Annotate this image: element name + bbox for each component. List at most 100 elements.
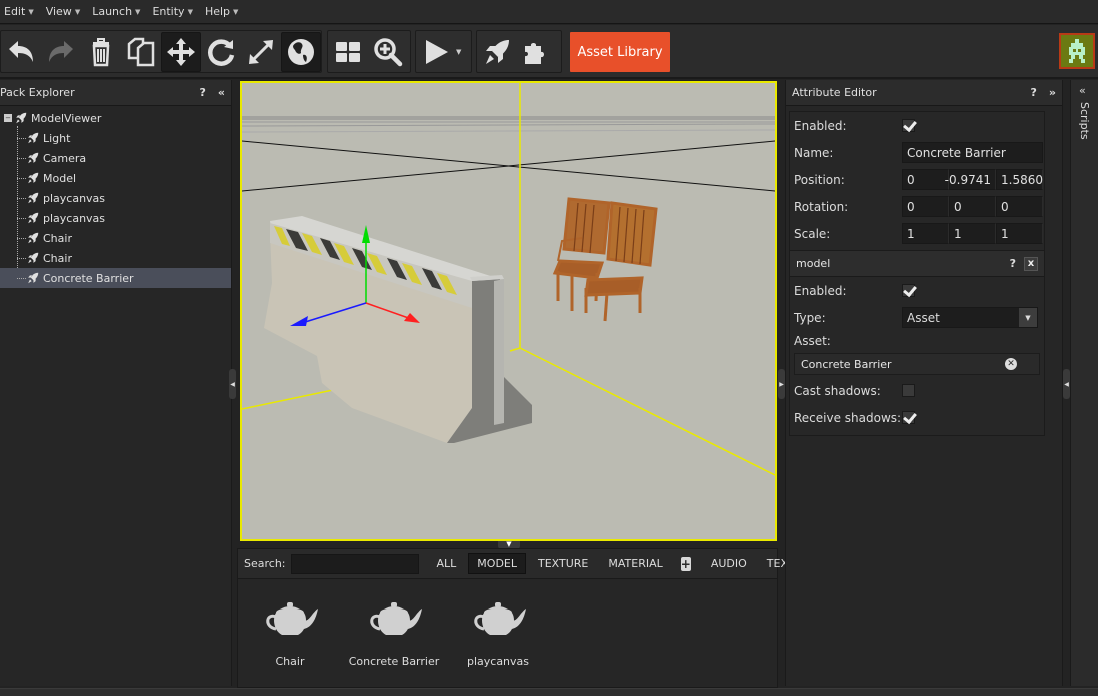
model-component-header: model ? x	[790, 251, 1044, 277]
help-icon[interactable]: ?	[1031, 86, 1037, 99]
receive-shadows-checkbox[interactable]	[902, 411, 915, 424]
rotation-z-field[interactable]: 0	[996, 196, 1043, 217]
duplicate-icon	[127, 37, 155, 66]
rotation-x-field[interactable]: 0	[902, 196, 949, 217]
collapse-left-icon[interactable]: «	[218, 86, 225, 99]
tree-item[interactable]: playcanvas	[0, 188, 231, 208]
scripts-resize-handle[interactable]: ◀	[1063, 369, 1070, 399]
left-panel-resize-handle[interactable]: ◀	[229, 369, 236, 399]
asset-grid: Chair Concrete Barrier playcanvas	[238, 579, 777, 668]
asset-library-button[interactable]: Asset Library	[570, 32, 670, 72]
tree-item-label: Chair	[43, 251, 72, 265]
collapse-right-icon[interactable]: »	[1049, 86, 1056, 99]
enabled-row: Enabled:	[790, 112, 1044, 139]
menu-launch[interactable]: Launch ▼	[88, 5, 148, 18]
name-field[interactable]: Concrete Barrier	[902, 142, 1043, 163]
zoom-in-icon	[374, 37, 403, 66]
scale-y-field[interactable]: 1	[949, 223, 996, 244]
toolbar: ▼ Asset Library	[0, 25, 1098, 79]
filter-model[interactable]: MODEL	[468, 553, 526, 574]
chevron-down-icon: ▼	[187, 7, 193, 16]
duplicate-button[interactable]	[121, 32, 161, 72]
chevron-down-icon: ▼	[135, 7, 141, 16]
scripts-label: Scripts	[1078, 102, 1091, 140]
filter-audio[interactable]: AUDIO	[703, 554, 755, 573]
component-enabled-checkbox[interactable]	[902, 284, 915, 297]
attribute-editor-title: Attribute Editor	[792, 86, 877, 99]
tree-item[interactable]: Chair	[0, 248, 231, 268]
grid-horizon	[242, 116, 775, 192]
tree-item-label: Camera	[43, 151, 87, 165]
position-y-field[interactable]: -0.9741	[945, 169, 996, 190]
filter-texture[interactable]: TEXTURE	[530, 554, 596, 573]
right-panel-resize-handle[interactable]: ▶	[778, 369, 785, 399]
undo-button[interactable]	[1, 32, 41, 72]
plugins-button[interactable]	[517, 32, 557, 72]
entity-rocket-icon	[28, 172, 39, 184]
menu-view-label: View	[45, 5, 72, 18]
tree-item[interactable]: Light	[0, 128, 231, 148]
menu-edit[interactable]: Edit ▼	[0, 5, 42, 18]
asset-search-input[interactable]	[290, 553, 419, 574]
publish-group	[476, 30, 562, 73]
zoom-fit-button[interactable]	[368, 32, 408, 72]
world-space-button[interactable]	[281, 31, 321, 72]
play-button[interactable]	[416, 32, 456, 72]
position-z-field[interactable]: 1.5860	[996, 169, 1043, 190]
tree-item-root[interactable]: − ModelViewer	[0, 108, 231, 128]
menu-help[interactable]: Help ▼	[201, 5, 246, 18]
redo-button[interactable]	[41, 32, 81, 72]
cast-shadows-checkbox[interactable]	[902, 384, 915, 397]
tree-item[interactable]: Model	[0, 168, 231, 188]
scale-tool-button[interactable]	[241, 32, 281, 72]
entity-rocket-icon	[28, 152, 39, 164]
asset-tile[interactable]: playcanvas	[446, 597, 550, 668]
collapse-toggle-icon[interactable]: −	[4, 114, 12, 122]
3d-viewport[interactable]	[240, 81, 777, 541]
tree-item-label: playcanvas	[43, 191, 106, 205]
help-icon[interactable]: ?	[1010, 257, 1016, 270]
menu-entity[interactable]: Entity ▼	[148, 5, 201, 18]
chevron-down-icon: ▼	[233, 7, 239, 16]
play-dropdown-icon[interactable]: ▼	[456, 48, 461, 56]
concrete-barrier-model[interactable]	[264, 216, 532, 443]
type-select[interactable]: Asset ▼	[902, 307, 1038, 328]
tree-item-selected[interactable]: Concrete Barrier	[0, 268, 231, 288]
scale-arrows-icon	[249, 39, 273, 64]
entity-rocket-icon	[16, 112, 27, 124]
play-icon	[426, 39, 448, 64]
type-value: Asset	[907, 310, 940, 325]
publish-button[interactable]	[477, 32, 517, 72]
user-avatar[interactable]	[1059, 33, 1095, 69]
scale-x-field[interactable]: 1	[902, 223, 949, 244]
expand-scripts-icon[interactable]: «	[1079, 84, 1086, 97]
delete-button[interactable]	[81, 32, 121, 72]
scale-z-field[interactable]: 1	[996, 223, 1043, 244]
position-label: Position:	[794, 172, 845, 187]
clear-asset-icon[interactable]: ✕	[1005, 358, 1017, 370]
asset-tile[interactable]: Chair	[238, 597, 342, 668]
asset-picker-field[interactable]: Concrete Barrier ✕	[794, 353, 1040, 375]
tree-item[interactable]: Chair	[0, 228, 231, 248]
remove-component-button[interactable]: x	[1024, 256, 1038, 271]
tree-item[interactable]: Camera	[0, 148, 231, 168]
grid-layout-button[interactable]	[328, 32, 368, 72]
tree-item[interactable]: playcanvas	[0, 208, 231, 228]
menu-view[interactable]: View ▼	[42, 5, 89, 18]
scripts-panel[interactable]: « Scripts	[1070, 80, 1098, 686]
rotate-tool-button[interactable]	[201, 32, 241, 72]
filter-all[interactable]: ALL	[429, 554, 465, 573]
redo-icon	[49, 40, 73, 62]
scene-canvas[interactable]	[242, 83, 775, 539]
position-x-field[interactable]: 0	[902, 169, 949, 190]
asset-tile[interactable]: Concrete Barrier	[342, 597, 446, 668]
y-axis-arrow[interactable]	[362, 225, 370, 243]
rotation-y-field[interactable]: 0	[949, 196, 996, 217]
help-icon[interactable]: ?	[200, 86, 206, 99]
add-material-icon[interactable]: +	[680, 556, 691, 571]
asset-panel: Search: ALL MODEL TEXTURE MATERIAL + AUD…	[237, 548, 795, 688]
translate-tool-button[interactable]	[161, 31, 201, 72]
enabled-checkbox[interactable]	[902, 119, 915, 132]
filter-material[interactable]: MATERIAL	[600, 554, 670, 573]
attribute-editor-panel: Attribute Editor ? » Enabled: Name: Conc…	[785, 80, 1070, 686]
